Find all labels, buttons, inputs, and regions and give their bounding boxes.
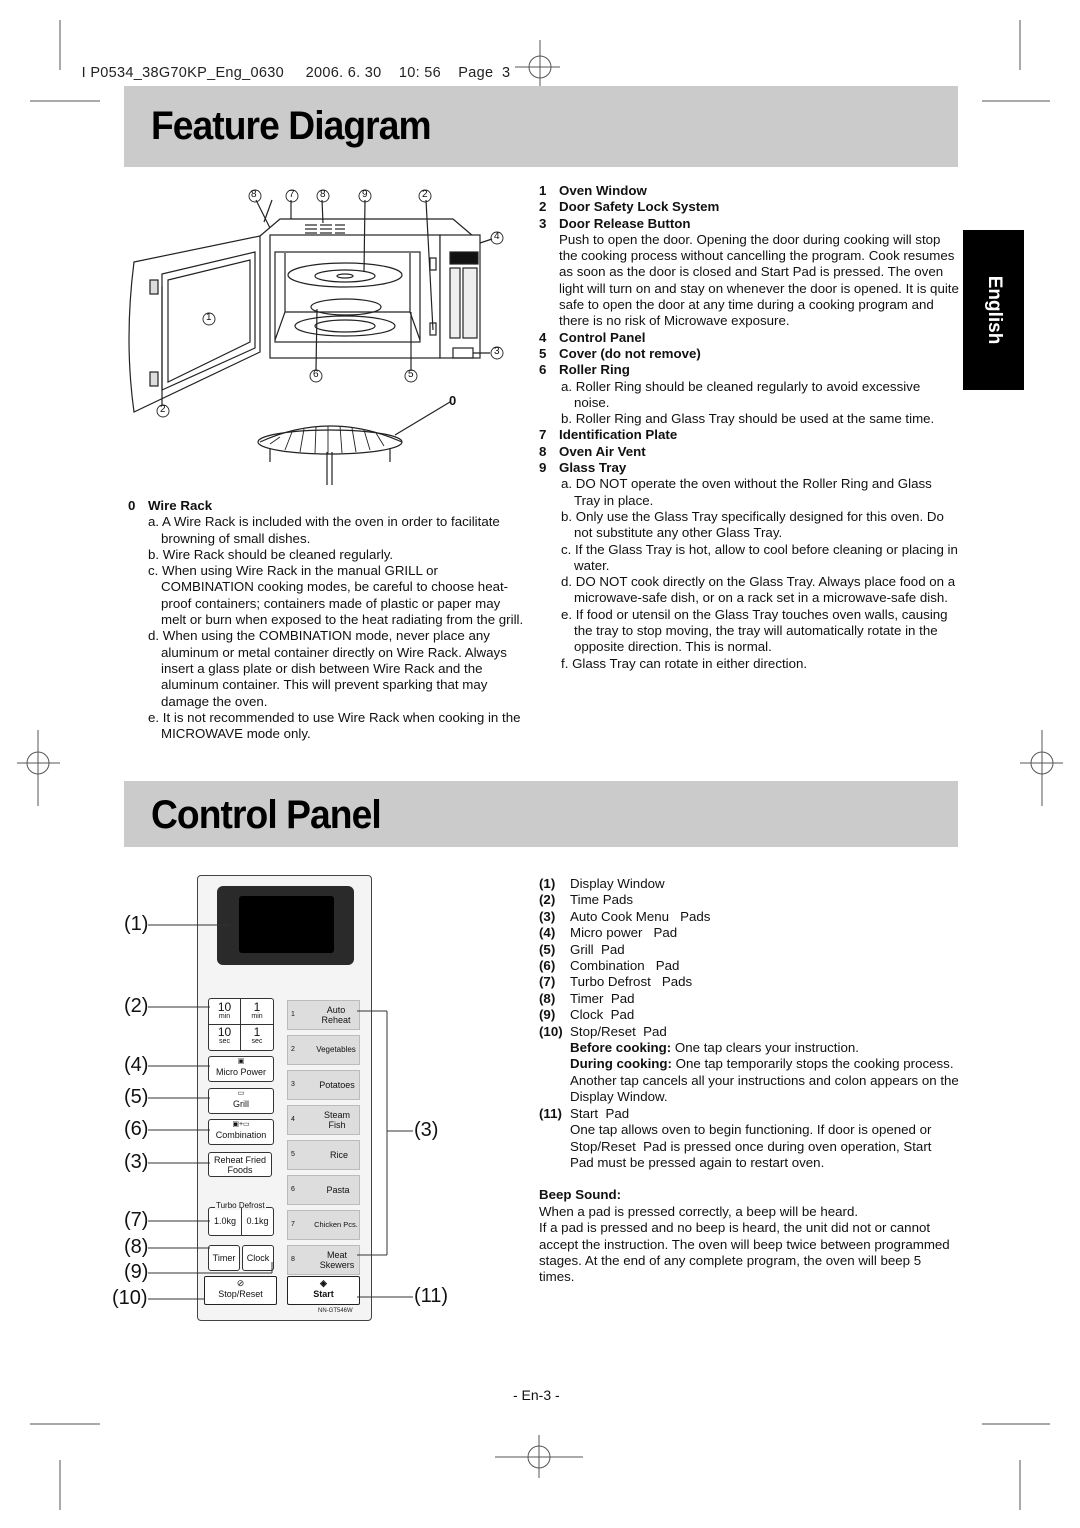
stop-reset-before: Before cooking: One tap clears your inst… xyxy=(570,1040,859,1056)
legend-item: (9) Clock Pad xyxy=(539,1007,635,1023)
beep-sound-title: Beep Sound: xyxy=(539,1187,621,1203)
beep-sound-line2: If a pad is pressed and no beep is heard… xyxy=(539,1220,950,1285)
callout-time: (2) xyxy=(124,995,149,1017)
callout-timer: (8) xyxy=(124,1236,149,1258)
legend-item: (6) Combination Pad xyxy=(539,958,680,974)
start-pad-description: One tap allows oven to begin functioning… xyxy=(570,1122,939,1170)
callout-start: (11) xyxy=(414,1285,449,1307)
callout-micro-power: (4) xyxy=(124,1054,149,1076)
callout-stop-reset: (10) xyxy=(112,1287,148,1309)
callout-grill: (5) xyxy=(124,1086,149,1108)
legend-item: (7) Turbo Defrost Pads xyxy=(539,974,693,990)
stop-reset-during: During cooking: One tap temporarily stop… xyxy=(570,1056,959,1105)
legend-item: (5) Grill Pad xyxy=(539,941,625,957)
page-number: - En-3 - xyxy=(513,1387,560,1403)
callout-auto-menu: (3) xyxy=(414,1119,439,1141)
callout-display: (1) xyxy=(124,913,149,935)
legend-item: (8) Timer Pad xyxy=(539,990,635,1006)
legend-item: (2) Time Pads xyxy=(539,892,634,908)
callout-clock: (9) xyxy=(124,1261,149,1283)
callout-turbo-defrost: (7) xyxy=(124,1209,149,1231)
legend-item: (4) Micro power Pad xyxy=(539,925,678,941)
control-panel-leaders xyxy=(148,924,413,1300)
beep-sound-line1: When a pad is pressed correctly, a beep … xyxy=(539,1203,859,1219)
control-panel-legend: (1) Display Window (2) Time Pads (3) Auto C… xyxy=(539,876,959,1286)
legend-item: (1) Display Window xyxy=(539,876,665,891)
legend-item-start: (11) Start Pad xyxy=(539,1105,630,1121)
callout-combination: (6) xyxy=(124,1118,149,1140)
callout-reheat-fried: (3) xyxy=(124,1151,149,1173)
legend-item: (3) Auto Cook Menu Pads xyxy=(539,908,711,924)
legend-item: (10) Stop/Reset Pad xyxy=(539,1023,667,1039)
